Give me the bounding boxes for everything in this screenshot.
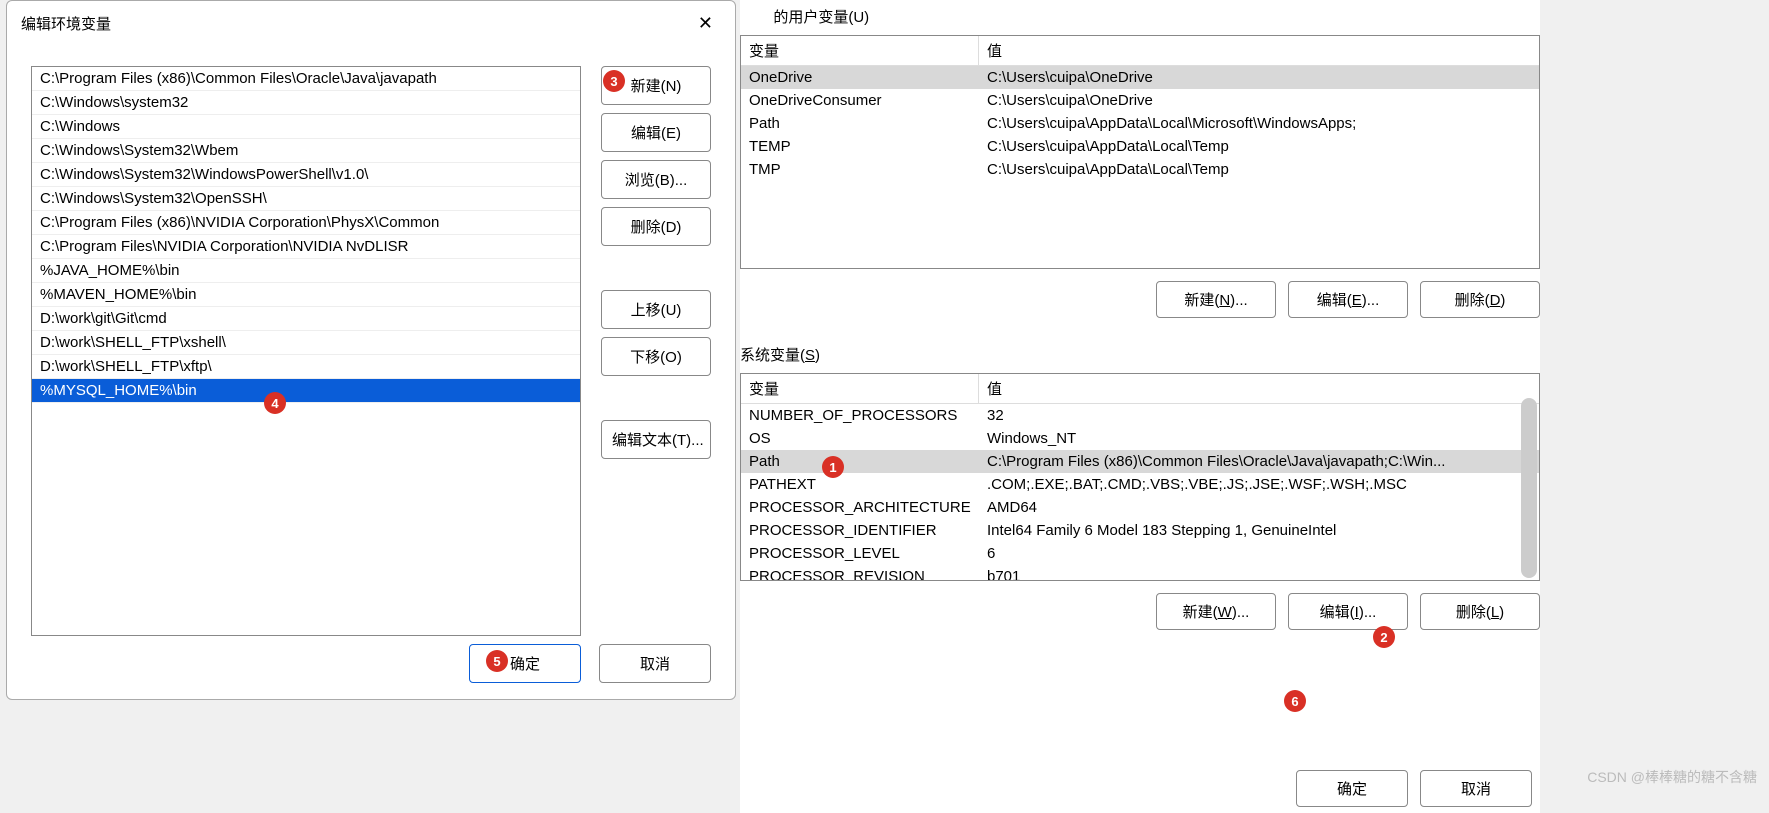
edit-button[interactable]: 编辑(E) [601,113,711,152]
system-vars-table[interactable]: 变量 值 NUMBER_OF_PROCESSORS32OSWindows_NTP… [740,373,1540,581]
move-up-button[interactable]: 上移(U) [601,290,711,329]
edit-env-var-dialog: 编辑环境变量 ✕ C:\Program Files (x86)\Common F… [6,0,736,700]
table-row[interactable]: PROCESSOR_REVISIONb701 [741,565,1539,581]
env-vars-parent-dialog: 的用户变量(U) 变量 值 OneDriveC:\Users\cuipa\One… [740,0,1540,813]
col-value: 值 [979,36,1539,65]
path-item[interactable]: C:\Windows\System32\WindowsPowerShell\v1… [32,163,580,187]
user-new-button[interactable]: 新建(N)... [1156,281,1276,318]
table-row[interactable]: PATHEXT.COM;.EXE;.BAT;.CMD;.VBS;.VBE;.JS… [741,473,1539,496]
user-vars-label: 的用户变量(U) [740,0,1540,35]
table-row[interactable]: OSWindows_NT [741,427,1539,450]
path-item[interactable]: %MAVEN_HOME%\bin [32,283,580,307]
table-header: 变量 值 [741,36,1539,66]
table-row[interactable]: PROCESSOR_ARCHITECTUREAMD64 [741,496,1539,519]
table-row[interactable]: PROCESSOR_LEVEL6 [741,542,1539,565]
browse-button[interactable]: 浏览(B)... [601,160,711,199]
table-row[interactable]: PathC:\Users\cuipa\AppData\Local\Microso… [741,112,1539,135]
table-header: 变量 值 [741,374,1539,404]
path-item[interactable]: %MYSQL_HOME%\bin [32,379,580,403]
cancel-button[interactable]: 取消 [1420,770,1532,807]
user-delete-button[interactable]: 删除(D) [1420,281,1540,318]
edit-text-button[interactable]: 编辑文本(T)... [601,420,711,459]
path-item[interactable]: C:\Windows\System32\OpenSSH\ [32,187,580,211]
new-button[interactable]: 新建(N) [601,66,711,105]
path-item[interactable]: C:\Windows [32,115,580,139]
table-row[interactable]: PathC:\Program Files (x86)\Common Files\… [741,450,1539,473]
table-row[interactable]: TEMPC:\Users\cuipa\AppData\Local\Temp [741,135,1539,158]
ok-button[interactable]: 确定 [469,644,581,683]
sys-edit-button[interactable]: 编辑(I)... [1288,593,1408,630]
path-item[interactable]: C:\Program Files (x86)\NVIDIA Corporatio… [32,211,580,235]
dialog-title: 编辑环境变量 [21,13,111,34]
sys-new-button[interactable]: 新建(W)... [1156,593,1276,630]
ok-button[interactable]: 确定 [1296,770,1408,807]
path-item[interactable]: C:\Program Files (x86)\Common Files\Orac… [32,67,580,91]
col-variable: 变量 [741,36,979,65]
path-item[interactable]: C:\Windows\system32 [32,91,580,115]
path-item[interactable]: %JAVA_HOME%\bin [32,259,580,283]
table-row[interactable]: OneDriveC:\Users\cuipa\OneDrive [741,66,1539,89]
dialog-titlebar: 编辑环境变量 ✕ [7,1,735,46]
system-vars-label: 系统变量(S) [740,338,1540,373]
col-value: 值 [979,374,1539,403]
table-row[interactable]: PROCESSOR_IDENTIFIERIntel64 Family 6 Mod… [741,519,1539,542]
user-vars-table[interactable]: 变量 值 OneDriveC:\Users\cuipa\OneDriveOneD… [740,35,1540,269]
path-item[interactable]: D:\work\git\Git\cmd [32,307,580,331]
path-listbox[interactable]: C:\Program Files (x86)\Common Files\Orac… [31,66,581,636]
path-item[interactable]: C:\Program Files\NVIDIA Corporation\NVID… [32,235,580,259]
path-item[interactable]: D:\work\SHELL_FTP\xftp\ [32,355,580,379]
user-edit-button[interactable]: 编辑(E)... [1288,281,1408,318]
col-variable: 变量 [741,374,979,403]
table-row[interactable]: TMPC:\Users\cuipa\AppData\Local\Temp [741,158,1539,181]
move-down-button[interactable]: 下移(O) [601,337,711,376]
watermark: CSDN @棒棒糖的糖不含糖 [1587,767,1757,787]
sys-delete-button[interactable]: 删除(L) [1420,593,1540,630]
table-row[interactable]: OneDriveConsumerC:\Users\cuipa\OneDrive [741,89,1539,112]
path-item[interactable]: D:\work\SHELL_FTP\xshell\ [32,331,580,355]
delete-button[interactable]: 删除(D) [601,207,711,246]
close-icon[interactable]: ✕ [690,11,721,36]
cancel-button[interactable]: 取消 [599,644,711,683]
path-item[interactable]: C:\Windows\System32\Wbem [32,139,580,163]
table-row[interactable]: NUMBER_OF_PROCESSORS32 [741,404,1539,427]
